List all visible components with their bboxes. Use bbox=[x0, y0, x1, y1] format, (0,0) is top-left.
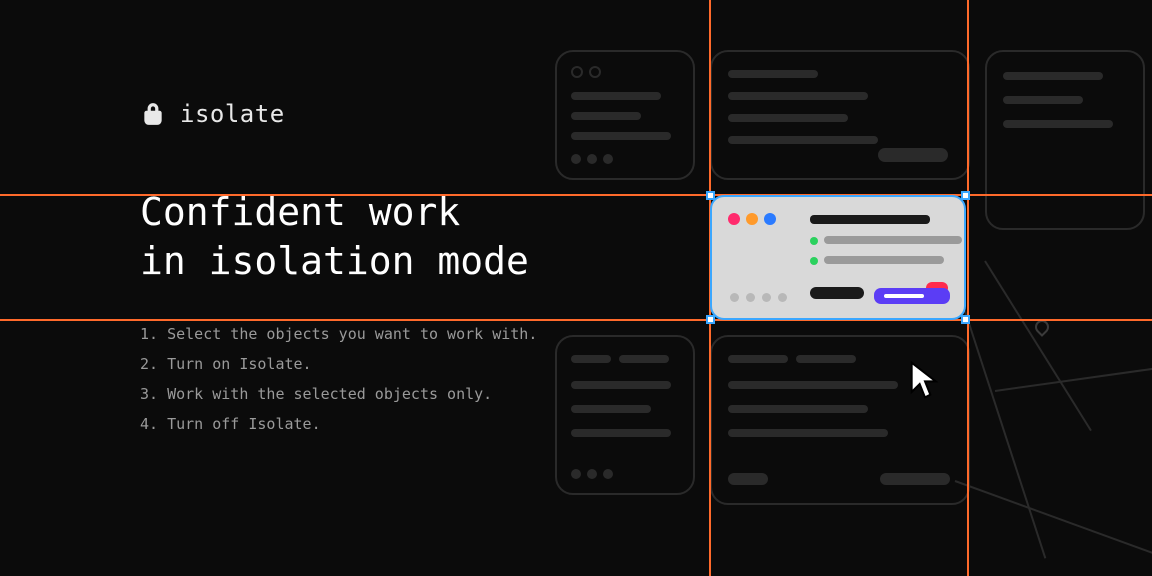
selection-handle[interactable] bbox=[706, 191, 715, 200]
guide-vertical bbox=[967, 0, 969, 576]
step-item: Select the objects you want to work with… bbox=[140, 319, 700, 349]
status-dot-icon bbox=[810, 237, 818, 245]
wireframe-panel bbox=[985, 50, 1145, 230]
pill-purple bbox=[874, 288, 950, 304]
wireframe-map bbox=[985, 250, 1152, 570]
brand-name: isolate bbox=[180, 100, 285, 128]
card-pagination-dots bbox=[730, 293, 787, 302]
isolate-logo-icon bbox=[140, 101, 166, 127]
step-item: Turn off Isolate. bbox=[140, 409, 700, 439]
dot-pink-icon bbox=[728, 213, 740, 225]
window-dots bbox=[728, 213, 776, 225]
wireframe-panel bbox=[710, 50, 970, 180]
brand: isolate bbox=[140, 100, 700, 128]
dot-orange-icon bbox=[746, 213, 758, 225]
selection-handle[interactable] bbox=[961, 315, 970, 324]
status-dot-icon bbox=[810, 257, 818, 265]
step-item: Turn on Isolate. bbox=[140, 349, 700, 379]
cursor-icon bbox=[908, 360, 942, 400]
pill-dark bbox=[810, 287, 864, 299]
steps-list: Select the objects you want to work with… bbox=[140, 319, 700, 439]
dot-blue-icon bbox=[764, 213, 776, 225]
step-item: Work with the selected objects only. bbox=[140, 379, 700, 409]
isolated-card[interactable] bbox=[710, 195, 966, 320]
card-content-lines bbox=[810, 215, 946, 276]
headline: Confident work in isolation mode bbox=[140, 188, 700, 285]
selection-handle[interactable] bbox=[961, 191, 970, 200]
card-actions bbox=[810, 282, 948, 304]
selection-handle[interactable] bbox=[706, 315, 715, 324]
